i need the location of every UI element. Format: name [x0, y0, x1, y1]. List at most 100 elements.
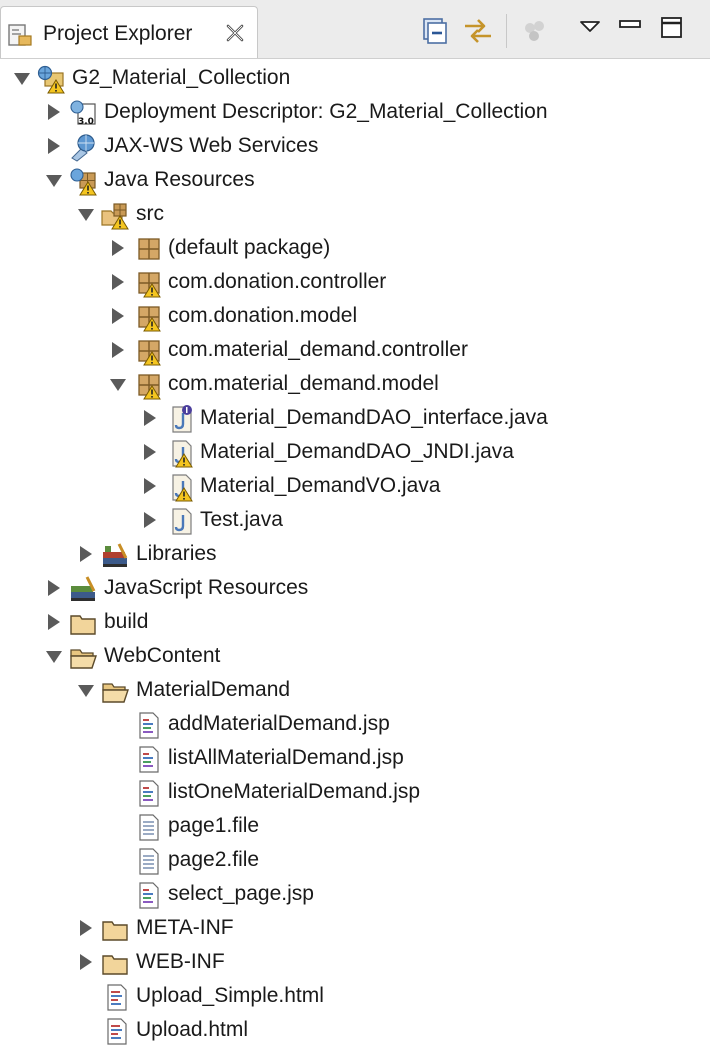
tree-item-listonematerialdemand-jsp[interactable]: listOneMaterialDemand.jsp: [0, 775, 710, 809]
tree-item-material-demanddao-jndi-java[interactable]: Material_DemandDAO_JNDI.java: [0, 435, 710, 469]
tree-item-jax-ws-web-services[interactable]: JAX-WS Web Services: [0, 129, 710, 163]
svg-text:3.0: 3.0: [78, 117, 94, 127]
collapsed-arrow-icon[interactable]: [110, 341, 126, 359]
expanded-arrow-icon[interactable]: [46, 647, 62, 665]
jsp-file-icon: [132, 710, 162, 740]
tree-item-label: Upload.html: [136, 1018, 249, 1041]
tree-item-listallmaterialdemand-jsp[interactable]: listAllMaterialDemand.jsp: [0, 741, 710, 775]
tree-item-javascript-resources[interactable]: JavaScript Resources: [0, 571, 710, 605]
tree-item-meta-inf[interactable]: META-INF: [0, 911, 710, 945]
tree-item-label: WebContent: [104, 644, 221, 667]
expanded-arrow-icon[interactable]: [14, 69, 30, 87]
tree-item-test-java[interactable]: Test.java: [0, 503, 710, 537]
minimize-button[interactable]: [618, 16, 648, 46]
java-interface-file-icon: I: [164, 404, 194, 434]
collapsed-arrow-icon[interactable]: [110, 239, 126, 257]
tree-item-label: G2_Material_Collection: [72, 66, 291, 89]
tab-project-explorer[interactable]: Project Explorer: [0, 6, 258, 58]
tree-item-label: addMaterialDemand.jsp: [168, 712, 390, 735]
tree-item-label: Material_DemandVO.java: [200, 474, 441, 497]
html-file-icon: [100, 1016, 130, 1046]
collapsed-arrow-icon[interactable]: [46, 137, 62, 155]
tree-item-label: select_page.jsp: [168, 882, 314, 905]
java-file-icon: [164, 506, 194, 536]
tree-item-label: listAllMaterialDemand.jsp: [168, 746, 404, 769]
project-tree: G2_Material_Collection 3.0 Deployment Desc…: [0, 60, 710, 1052]
java-resources-icon: [68, 166, 98, 196]
package-icon: [132, 370, 162, 400]
tree-item-g2-material-collection[interactable]: G2_Material_Collection: [0, 61, 710, 95]
tree-item-java-resources[interactable]: Java Resources: [0, 163, 710, 197]
web-services-icon: [68, 132, 98, 162]
tree-item-label: MaterialDemand: [136, 678, 291, 701]
expanded-arrow-icon[interactable]: [78, 681, 94, 699]
collapsed-arrow-icon[interactable]: [110, 307, 126, 325]
tree-item-label: Material_DemandDAO_JNDI.java: [200, 440, 514, 463]
collapsed-arrow-icon[interactable]: [142, 443, 158, 461]
java-file-icon: [164, 438, 194, 468]
collapsed-arrow-icon[interactable]: [78, 545, 94, 563]
expanded-arrow-icon[interactable]: [78, 205, 94, 223]
collapsed-arrow-icon[interactable]: [46, 579, 62, 597]
tree-item-label: JAX-WS Web Services: [104, 134, 319, 157]
folder-icon: [100, 948, 130, 978]
collapsed-arrow-icon[interactable]: [78, 919, 94, 937]
expanded-arrow-icon[interactable]: [46, 171, 62, 189]
jsp-file-icon: [132, 778, 162, 808]
tree-item-default-package[interactable]: (default package): [0, 231, 710, 265]
tree-item-addmaterialdemand-jsp[interactable]: addMaterialDemand.jsp: [0, 707, 710, 741]
tree-item-src[interactable]: src: [0, 197, 710, 231]
folder-icon: [68, 608, 98, 638]
tree-item-page1-file[interactable]: page1.file: [0, 809, 710, 843]
tree-item-upload-html[interactable]: Upload.html: [0, 1013, 710, 1047]
expanded-arrow-icon[interactable]: [110, 375, 126, 393]
package-icon: [132, 268, 162, 298]
collapsed-arrow-icon[interactable]: [110, 273, 126, 291]
link-with-editor-button[interactable]: [462, 16, 492, 46]
tree-item-label: build: [104, 610, 149, 633]
tree-item-upload-simple-html[interactable]: Upload_Simple.html: [0, 979, 710, 1013]
tree-item-label: page1.file: [168, 814, 260, 837]
source-folder-icon: [100, 200, 130, 230]
libraries-icon: [100, 540, 130, 570]
tree-item-material-demandvo-java[interactable]: Material_DemandVO.java: [0, 469, 710, 503]
view-menu-chevron-button[interactable]: [578, 16, 608, 46]
view-title: Project Explorer: [43, 22, 193, 45]
tree-item-label: Java Resources: [104, 168, 255, 191]
tree-item-label: listOneMaterialDemand.jsp: [168, 780, 421, 803]
tree-item-libraries[interactable]: Libraries: [0, 537, 710, 571]
maximize-button[interactable]: [660, 16, 690, 46]
tree-item-label: Test.java: [200, 508, 283, 531]
tree-item-com-material-demand-model[interactable]: com.material_demand.model: [0, 367, 710, 401]
close-icon[interactable]: [223, 21, 247, 45]
tree-item-label: com.material_demand.controller: [168, 338, 468, 361]
tree-item-com-donation-model[interactable]: com.donation.model: [0, 299, 710, 333]
collapsed-arrow-icon[interactable]: [78, 953, 94, 971]
tree-item-label: META-INF: [136, 916, 234, 939]
tree-item-select-page-jsp[interactable]: select_page.jsp: [0, 877, 710, 911]
collapse-all-button[interactable]: [420, 16, 450, 46]
tree-item-web-inf[interactable]: WEB-INF: [0, 945, 710, 979]
tree-item-deployment-descriptor-g2-material-collection[interactable]: 3.0 Deployment Descriptor: G2_Material_Co…: [0, 95, 710, 129]
jsp-file-icon: [132, 744, 162, 774]
tree-item-webcontent[interactable]: WebContent: [0, 639, 710, 673]
java-file-icon: [164, 472, 194, 502]
package-icon: [132, 234, 162, 264]
tree-item-build[interactable]: build: [0, 605, 710, 639]
tree-item-page2-file[interactable]: page2.file: [0, 843, 710, 877]
web-project-icon: [36, 64, 66, 94]
focus-on-active-task-button[interactable]: [520, 16, 550, 46]
tree-item-label: Upload_Simple.html: [136, 984, 324, 1007]
collapsed-arrow-icon[interactable]: [46, 103, 62, 121]
tree-item-com-material-demand-controller[interactable]: com.material_demand.controller: [0, 333, 710, 367]
tree-item-materialdemand[interactable]: MaterialDemand: [0, 673, 710, 707]
collapsed-arrow-icon[interactable]: [46, 613, 62, 631]
collapsed-arrow-icon[interactable]: [142, 477, 158, 495]
tree-item-com-donation-controller[interactable]: com.donation.controller: [0, 265, 710, 299]
svg-text:I: I: [185, 406, 188, 415]
collapsed-arrow-icon[interactable]: [142, 409, 158, 427]
tree-item-material-demanddao-interface-java[interactable]: I Material_DemandDAO_interface.java: [0, 401, 710, 435]
collapsed-arrow-icon[interactable]: [142, 511, 158, 529]
tree-item-label: src: [136, 202, 164, 225]
javascript-resources-icon: [68, 574, 98, 604]
